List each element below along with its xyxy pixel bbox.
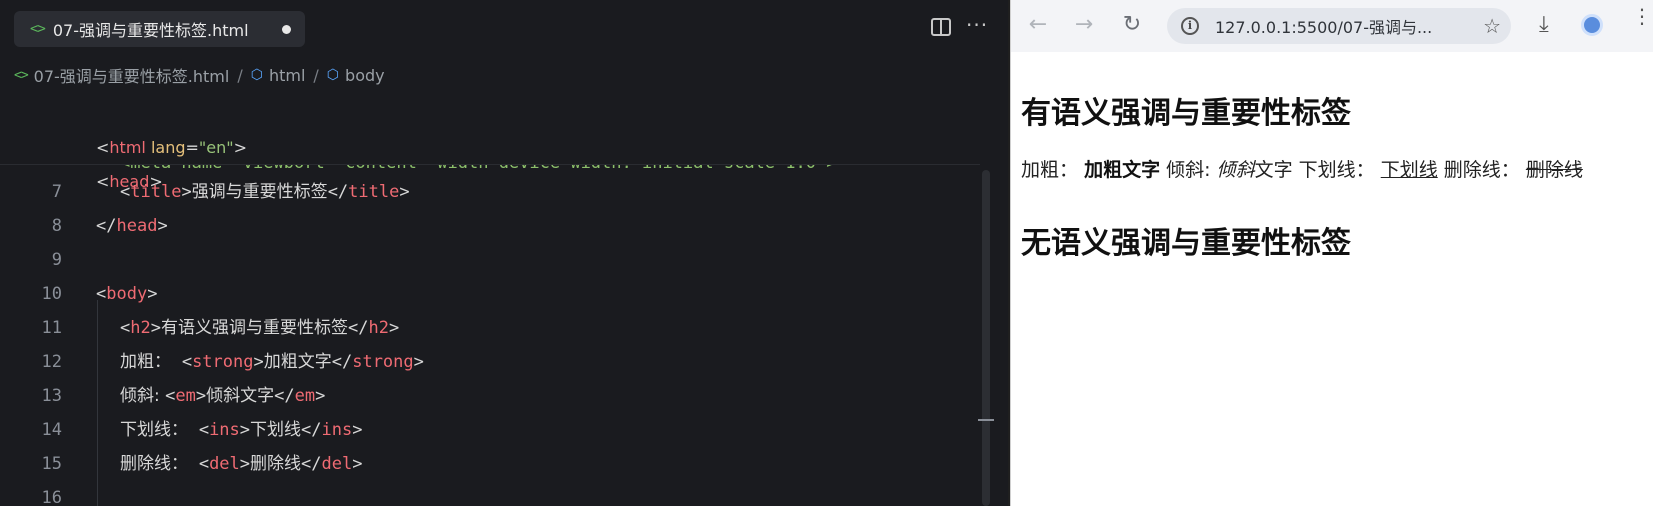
browser-toolbar: ← → ↻ i 127.0.0.1:5500/07-强调与... ☆ ⤓ ⋮ [1011,0,1653,52]
breadcrumb-file[interactable]: 07-强调与重要性标签.html [34,63,230,87]
code-line[interactable]: 12 加粗： <strong>加粗文字</strong> [0,345,980,379]
breadcrumb-separator: / [313,65,319,85]
code-icon: <> [14,67,29,83]
element-icon: ⬡ [250,67,263,83]
site-info-icon[interactable]: i [1181,17,1199,35]
sticky-line-html[interactable]: <html lang="en"> [0,97,980,157]
code-line[interactable]: 16 [0,481,980,506]
url-text[interactable]: 127.0.0.1:5500/07-强调与... [1215,14,1465,38]
em-tail-text: 文字 [1254,159,1293,181]
profile-avatar-icon[interactable] [1581,14,1603,36]
element-icon: ⬡ [326,67,340,83]
tab-label: 07-强调与重要性标签.html [52,21,249,40]
italic-label: 倾斜: [1166,159,1217,181]
code-line[interactable]: 10 <body> [0,277,980,311]
line-number: 11 [41,318,62,338]
ins-text: 下划线 [1380,159,1438,181]
reload-icon[interactable]: ↻ [1119,12,1145,38]
code-line[interactable]: 9 [0,243,980,277]
code-line[interactable]: 14 下划线： <ins>下划线</ins> [0,413,980,447]
breadcrumb-body[interactable]: body [345,66,385,85]
strong-text: 加粗文字 [1084,159,1161,181]
semantic-heading: 有语义强调与重要性标签 [1021,96,1351,131]
breadcrumb-separator: / [237,65,243,85]
underline-label: 下划线： [1298,159,1375,181]
download-icon[interactable]: ⤓ [1539,12,1549,37]
scrollbar-cursor-marker [978,419,994,421]
forward-arrow-icon[interactable]: → [1071,12,1097,38]
line-number: 10 [41,284,62,304]
code-icon: <> [30,21,46,37]
unsaved-dot-icon[interactable] [282,24,291,34]
browser-menu-icon[interactable]: ⋮ [1632,6,1652,26]
line-number: 14 [41,420,62,440]
editor-tab-bar: <> 07-强调与重要性标签.html ··· [0,0,1008,54]
code-line[interactable]: 13 倾斜: <em>倾斜文字</em> [0,379,980,413]
line-number: 12 [41,352,62,372]
browser-window: ← → ↻ i 127.0.0.1:5500/07-强调与... ☆ ⤓ ⋮ 有… [1010,0,1653,506]
code-text: 加粗： <strong>加粗文字</strong> [120,352,424,372]
code-text: 下划线： <ins>下划线</ins> [120,420,363,440]
code-text: </head> [96,216,168,236]
line-number: 15 [41,454,62,474]
code-text: 删除线： <del>删除线</del> [120,454,363,474]
breadcrumb-html[interactable]: html [269,66,305,85]
non-semantic-heading: 无语义强调与重要性标签 [1021,226,1351,261]
address-bar[interactable]: i 127.0.0.1:5500/07-强调与... ☆ [1167,8,1511,44]
code-editor[interactable]: <> 07-强调与重要性标签.html ··· <> 07-强调与重要性标签.h… [0,0,1008,506]
more-actions-icon[interactable]: ··· [966,15,988,38]
code-line[interactable]: 11 <h2>有语义强调与重要性标签</h2> [0,311,980,345]
code-text: <body> [96,284,158,304]
sticky-scroll-header[interactable]: <html lang="en"> <head> [0,97,980,191]
bold-label: 加粗： [1021,159,1079,181]
demo-paragraph: 加粗： 加粗文字 倾斜: 倾斜文字 下划线： 下划线 删除线： 删除线 [1021,155,1583,182]
code-line[interactable]: 15 删除线： <del>删除线</del> [0,447,980,481]
breadcrumb: <> 07-强调与重要性标签.html / ⬡ html / ⬡ body [14,62,385,88]
em-text: 倾斜 [1216,159,1255,181]
split-editor-icon[interactable] [930,16,952,38]
editor-tab[interactable]: <> 07-强调与重要性标签.html [14,11,305,47]
indent-guide [97,300,98,506]
line-number: 9 [51,250,62,270]
bookmark-star-icon[interactable]: ☆ [1483,14,1501,38]
code-text: <h2>有语义强调与重要性标签</h2> [120,318,400,338]
vertical-scrollbar[interactable] [982,170,990,506]
code-line[interactable]: 8 </head> [0,209,980,243]
del-text: 删除线 [1525,159,1583,181]
line-number: 13 [41,386,62,406]
strike-label: 删除线： [1443,159,1520,181]
line-number: 16 [41,488,62,506]
sticky-line-head[interactable]: <head> [0,131,980,191]
code-text: 倾斜: <em>倾斜文字</em> [120,386,326,406]
back-arrow-icon[interactable]: ← [1025,12,1051,38]
